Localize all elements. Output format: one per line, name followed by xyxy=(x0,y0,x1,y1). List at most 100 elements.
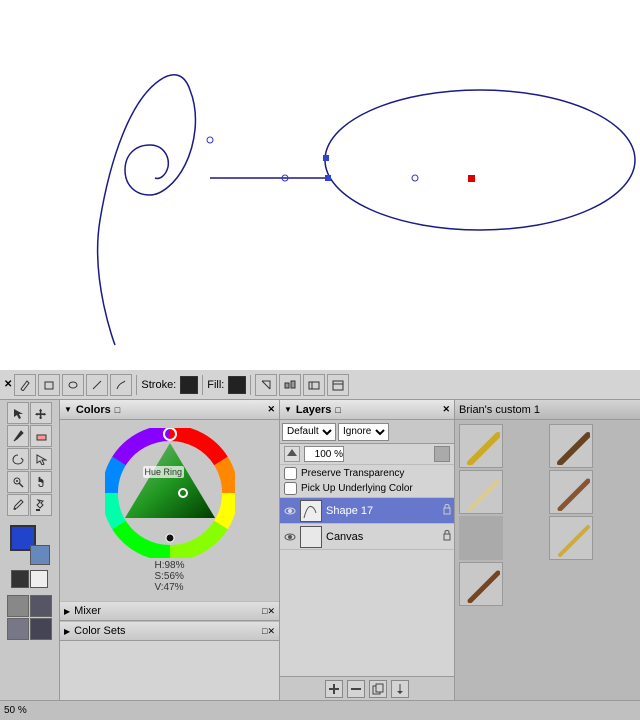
color-wheel[interactable]: Hue Ring xyxy=(105,428,235,558)
extra-btn[interactable] xyxy=(303,374,325,396)
window-btn[interactable] xyxy=(327,374,349,396)
bg-color-swatch[interactable] xyxy=(30,545,50,565)
layer-eye-canvas[interactable] xyxy=(282,529,298,545)
layers-blend-toolbar: Default Ignore xyxy=(280,420,454,444)
preserve-transparency-checkbox[interactable] xyxy=(284,467,297,480)
brush-item-6[interactable] xyxy=(459,562,503,606)
line-tool-btn[interactable] xyxy=(86,374,108,396)
colors-panel-title: Colors xyxy=(76,404,111,416)
layers-panel-title: Layers xyxy=(296,404,331,416)
shape-select-tool[interactable] xyxy=(30,448,52,470)
opacity-arrows[interactable] xyxy=(284,446,300,462)
mini-thumb-2 xyxy=(30,595,52,617)
pick-up-color-label: Pick Up Underlying Color xyxy=(301,483,413,494)
h-value: H:98% xyxy=(154,560,184,571)
rect-tool-btn[interactable] xyxy=(38,374,60,396)
fill-label: Fill: xyxy=(207,379,224,391)
layer-item-shape17[interactable]: Shape 17 xyxy=(280,498,454,524)
layer-thumb-canvas xyxy=(300,526,322,548)
layer-item-canvas[interactable]: Canvas xyxy=(280,524,454,550)
mixer-label: Mixer xyxy=(74,605,101,617)
status-bar: 50 % xyxy=(0,700,640,720)
close-button[interactable]: ✕ xyxy=(4,379,12,390)
brush-tool[interactable] xyxy=(7,425,29,447)
layers-content: Default Ignore xyxy=(280,420,454,676)
opacity-input[interactable] xyxy=(304,446,344,462)
colors-panel-expand[interactable]: □ xyxy=(115,405,120,415)
new-layer-btn[interactable] xyxy=(325,680,343,698)
flip-btn[interactable] xyxy=(279,374,301,396)
toolbar: ✕ Stroke: Fill: xyxy=(0,370,640,400)
fill-tool[interactable] xyxy=(30,494,52,516)
layer-lock-shape17[interactable] xyxy=(442,503,452,518)
lock-btn[interactable] xyxy=(434,446,450,462)
fill-swatch[interactable] xyxy=(228,376,246,394)
zoom-level: 50 % xyxy=(4,705,27,716)
custom-panel: Brian's custom 1 xyxy=(455,400,640,700)
stroke-label: Stroke: xyxy=(141,379,176,391)
colors-panel-header: ▼ Colors □ ✕ xyxy=(60,400,279,420)
color-sets-collapse-icon: ▶ xyxy=(64,627,70,636)
color-values: H:98% S:56% V:47% xyxy=(154,560,184,593)
s-value: S:56% xyxy=(154,571,184,582)
custom-panel-header: Brian's custom 1 xyxy=(455,400,640,420)
eraser-tool[interactable] xyxy=(30,425,52,447)
canvas-area xyxy=(0,0,640,370)
brush-spacer xyxy=(459,516,503,560)
blend-mode-select[interactable]: Default xyxy=(282,423,336,441)
pick-up-color-checkbox[interactable] xyxy=(284,482,297,495)
opacity-row xyxy=(280,444,454,465)
v-value: V:47% xyxy=(154,582,184,593)
layer-lock-canvas[interactable] xyxy=(442,529,452,544)
color-sets-section-header[interactable]: ▶ Color Sets □ ✕ xyxy=(60,621,279,641)
brush-item-4[interactable] xyxy=(549,470,593,514)
panels-row: ▼ Colors □ ✕ xyxy=(0,400,640,700)
mini-thumb-4 xyxy=(30,618,52,640)
color-swatch-1[interactable] xyxy=(11,570,29,588)
mixer-close[interactable]: ✕ xyxy=(267,606,275,617)
delete-layer-btn[interactable] xyxy=(347,680,365,698)
layers-close[interactable]: ✕ xyxy=(442,404,450,415)
left-tools xyxy=(0,400,60,700)
select-tool[interactable] xyxy=(7,402,29,424)
layers-panel-header: ▼ Layers □ ✕ xyxy=(280,400,454,420)
eyedropper-tool[interactable] xyxy=(7,494,29,516)
zoom-tool[interactable] xyxy=(7,471,29,493)
brush-item-5[interactable] xyxy=(549,516,593,560)
lasso-tool[interactable] xyxy=(7,448,29,470)
mini-thumb-1 xyxy=(7,595,29,617)
colors-collapse-icon: ▼ xyxy=(64,405,72,414)
brush-item-2[interactable] xyxy=(549,424,593,468)
layers-panel: ▼ Layers □ ✕ Default Ignore xyxy=(280,400,455,700)
layer-thumb-shape17 xyxy=(300,500,322,522)
bottom-panel: ✕ Stroke: Fill: xyxy=(0,370,640,720)
mixer-section-header[interactable]: ▶ Mixer □ ✕ xyxy=(60,601,279,621)
color-wheel-container: Hue Ring H:98% S:56% V:47% xyxy=(60,420,279,601)
copy-layer-btn[interactable] xyxy=(369,680,387,698)
checkboxes-row: Preserve Transparency Pick Up Underlying… xyxy=(280,465,454,498)
layer-name-canvas: Canvas xyxy=(326,531,363,543)
custom-panel-title: Brian's custom 1 xyxy=(459,404,540,416)
blend-mode2-select[interactable]: Ignore xyxy=(338,423,389,441)
ellipse-tool-btn[interactable] xyxy=(62,374,84,396)
hue-ring-label: Hue Ring xyxy=(143,466,185,478)
layer-name-shape17: Shape 17 xyxy=(326,505,373,517)
color-sets-close[interactable]: ✕ xyxy=(267,626,275,637)
scale-btn[interactable] xyxy=(255,374,277,396)
move-tool[interactable] xyxy=(30,402,52,424)
stroke-swatch[interactable] xyxy=(180,376,198,394)
color-swatch-2[interactable] xyxy=(30,570,48,588)
layers-collapse-icon: ▼ xyxy=(284,405,292,414)
brush-item-3[interactable] xyxy=(459,470,503,514)
pen-tool-btn[interactable] xyxy=(14,374,36,396)
brush-item-1[interactable] xyxy=(459,424,503,468)
layers-expand[interactable]: □ xyxy=(335,405,340,415)
path-tool-btn[interactable] xyxy=(110,374,132,396)
merge-layer-btn[interactable] xyxy=(391,680,409,698)
custom-brushes-grid xyxy=(455,420,640,610)
hand-tool[interactable] xyxy=(30,471,52,493)
colors-panel-close[interactable]: ✕ xyxy=(267,404,275,415)
preserve-transparency-label: Preserve Transparency xyxy=(301,468,404,479)
layer-eye-shape17[interactable] xyxy=(282,503,298,519)
mini-thumb-3 xyxy=(7,618,29,640)
